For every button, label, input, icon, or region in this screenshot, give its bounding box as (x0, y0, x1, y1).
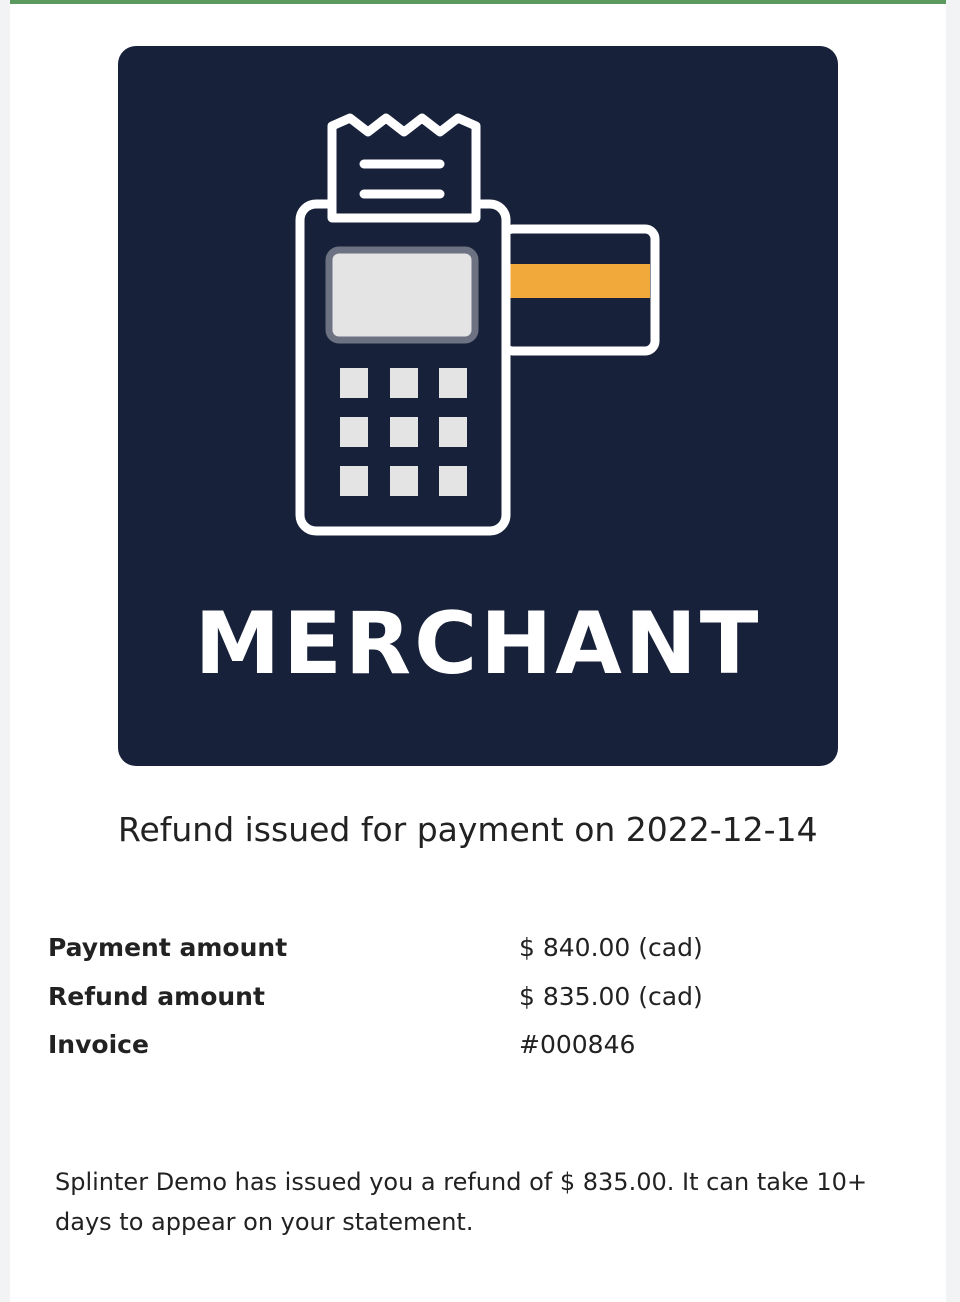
invoice-label: Invoice (48, 1030, 149, 1059)
payment-amount-label: Payment amount (48, 933, 288, 962)
payment-details-table: Payment amount $ 840.00 (cad) Refund amo… (48, 926, 908, 1072)
invoice-number: #000846 (519, 1030, 636, 1059)
details-row-refund-amount: Refund amount $ 835.00 (cad) (48, 975, 908, 1024)
details-row-payment-amount: Payment amount $ 840.00 (cad) (48, 926, 908, 975)
refund-amount-value: $ 835.00 (cad) (519, 981, 703, 1011)
refund-amount-label: Refund amount (48, 981, 265, 1011)
merchant-logo: MERCHANT (118, 46, 838, 766)
payment-amount-value: $ 840.00 (cad) (519, 933, 703, 962)
refund-message: Splinter Demo has issued you a refund of… (55, 1168, 868, 1236)
logo-wordmark: MERCHANT (194, 594, 762, 694)
email-card: MERCHANT Refund issued for payment on 20… (10, 0, 946, 1302)
details-row-invoice: Invoice #000846 (48, 1023, 908, 1072)
refund-headline: Refund issued for payment on 2022-12-14 (118, 810, 818, 849)
